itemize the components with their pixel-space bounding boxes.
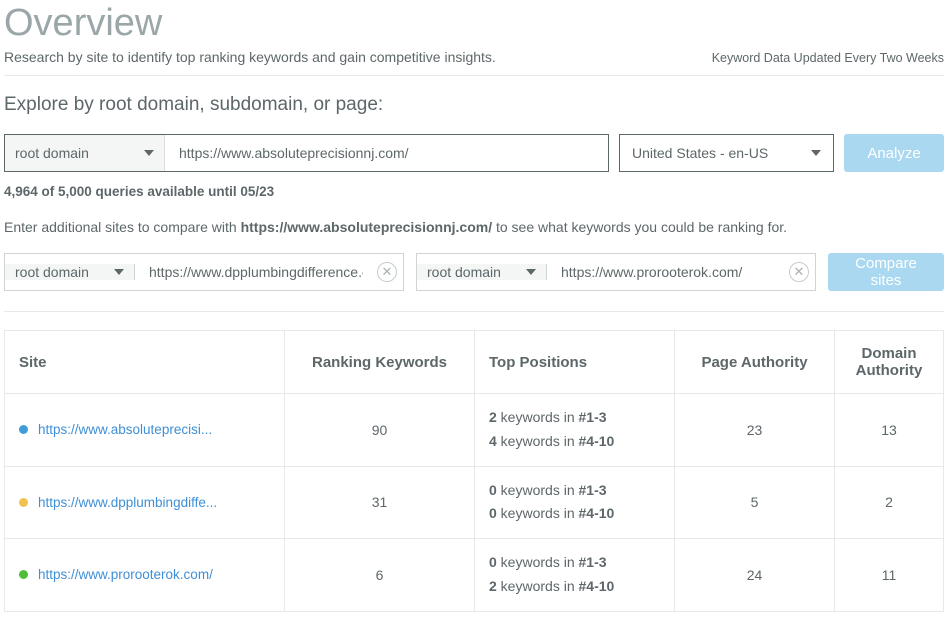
data-update-note: Keyword Data Updated Every Two Weeks — [712, 51, 944, 65]
top-positions-cell: 2 keywords in #1-3 4 keywords in #4-10 — [475, 394, 675, 467]
color-dot-icon — [19, 425, 28, 434]
query-quota-note: 4,964 of 5,000 queries available until 0… — [4, 184, 944, 199]
page-authority-value: 5 — [675, 466, 835, 539]
top-range-1: #1-3 — [579, 409, 607, 425]
scope-dropdown-label: root domain — [15, 145, 89, 161]
color-dot-icon — [19, 498, 28, 507]
compare-input-2: root domain ✕ — [416, 253, 816, 291]
domain-authority-value: 2 — [835, 466, 944, 539]
top-count-2: 0 — [489, 505, 497, 521]
table-row: https://www.prorooterok.com/60 keywords … — [5, 539, 944, 612]
site-link[interactable]: https://www.prorooterok.com/ — [38, 567, 213, 582]
page-subtitle: Research by site to identify top ranking… — [4, 49, 496, 65]
top-count-1: 2 — [489, 409, 497, 425]
col-header-ranking[interactable]: Ranking Keywords — [285, 331, 475, 394]
divider — [4, 311, 944, 312]
chevron-down-icon — [144, 150, 154, 156]
compare-scope-label: root domain — [15, 264, 89, 280]
top-count-1: 0 — [489, 482, 497, 498]
col-header-da[interactable]: Domain Authority — [835, 331, 944, 394]
chevron-down-icon — [526, 269, 536, 275]
ranking-keywords-value: 90 — [285, 394, 475, 467]
top-range-1: #1-3 — [579, 554, 607, 570]
top-label-1: keywords in — [497, 482, 579, 498]
top-label-2: keywords in — [497, 578, 579, 594]
compare-prompt-suffix: to see what keywords you could be rankin… — [492, 219, 787, 235]
compare-scope-dropdown-1[interactable]: root domain — [5, 264, 135, 280]
analyze-button[interactable]: Analyze — [844, 134, 944, 172]
ranking-keywords-value: 6 — [285, 539, 475, 612]
compare-url-input-1[interactable] — [135, 264, 377, 280]
col-header-site[interactable]: Site — [5, 331, 285, 394]
locale-dropdown[interactable]: United States - en-US — [619, 134, 834, 172]
top-label-1: keywords in — [497, 409, 579, 425]
domain-authority-value: 13 — [835, 394, 944, 467]
top-range-2: #4-10 — [579, 505, 615, 521]
compare-prompt: Enter additional sites to compare with h… — [4, 219, 944, 235]
top-label-2: keywords in — [497, 505, 579, 521]
compare-prompt-prefix: Enter additional sites to compare with — [4, 219, 241, 235]
compare-scope-label: root domain — [427, 264, 501, 280]
compare-row: root domain ✕ root domain ✕ Compare site… — [4, 253, 944, 291]
table-row: https://www.dpplumbingdiffe...310 keywor… — [5, 466, 944, 539]
top-count-2: 2 — [489, 578, 497, 594]
results-table: Site Ranking Keywords Top Positions Page… — [4, 330, 944, 612]
top-positions-cell: 0 keywords in #1-3 2 keywords in #4-10 — [475, 539, 675, 612]
scope-dropdown[interactable]: root domain — [5, 135, 165, 171]
explore-row: root domain United States - en-US Analyz… — [4, 134, 944, 172]
domain-input-group: root domain — [4, 134, 609, 172]
top-count-1: 0 — [489, 554, 497, 570]
chevron-down-icon — [811, 150, 821, 156]
domain-authority-value: 11 — [835, 539, 944, 612]
col-header-pa[interactable]: Page Authority — [675, 331, 835, 394]
top-range-2: #4-10 — [579, 578, 615, 594]
color-dot-icon — [19, 570, 28, 579]
top-range-1: #1-3 — [579, 482, 607, 498]
top-range-2: #4-10 — [579, 433, 615, 449]
page-authority-value: 23 — [675, 394, 835, 467]
site-link[interactable]: https://www.dpplumbingdiffe... — [38, 495, 217, 510]
top-count-2: 4 — [489, 433, 497, 449]
clear-icon[interactable]: ✕ — [377, 262, 397, 282]
page-authority-value: 24 — [675, 539, 835, 612]
table-row: https://www.absoluteprecisi...902 keywor… — [5, 394, 944, 467]
compare-prompt-domain: https://www.absoluteprecisionnj.com/ — [241, 219, 493, 235]
domain-url-input[interactable] — [165, 135, 608, 171]
col-header-top[interactable]: Top Positions — [475, 331, 675, 394]
compare-sites-button[interactable]: Compare sites — [828, 253, 944, 291]
compare-scope-dropdown-2[interactable]: root domain — [417, 264, 547, 280]
site-link[interactable]: https://www.absoluteprecisi... — [38, 422, 212, 437]
compare-input-1: root domain ✕ — [4, 253, 404, 291]
chevron-down-icon — [114, 269, 124, 275]
top-label-2: keywords in — [497, 433, 579, 449]
top-label-1: keywords in — [497, 554, 579, 570]
divider — [4, 75, 944, 76]
page-title: Overview — [4, 2, 944, 45]
ranking-keywords-value: 31 — [285, 466, 475, 539]
top-positions-cell: 0 keywords in #1-3 0 keywords in #4-10 — [475, 466, 675, 539]
explore-label: Explore by root domain, subdomain, or pa… — [4, 94, 944, 116]
compare-url-input-2[interactable] — [547, 264, 789, 280]
clear-icon[interactable]: ✕ — [789, 262, 809, 282]
locale-dropdown-label: United States - en-US — [632, 145, 768, 161]
